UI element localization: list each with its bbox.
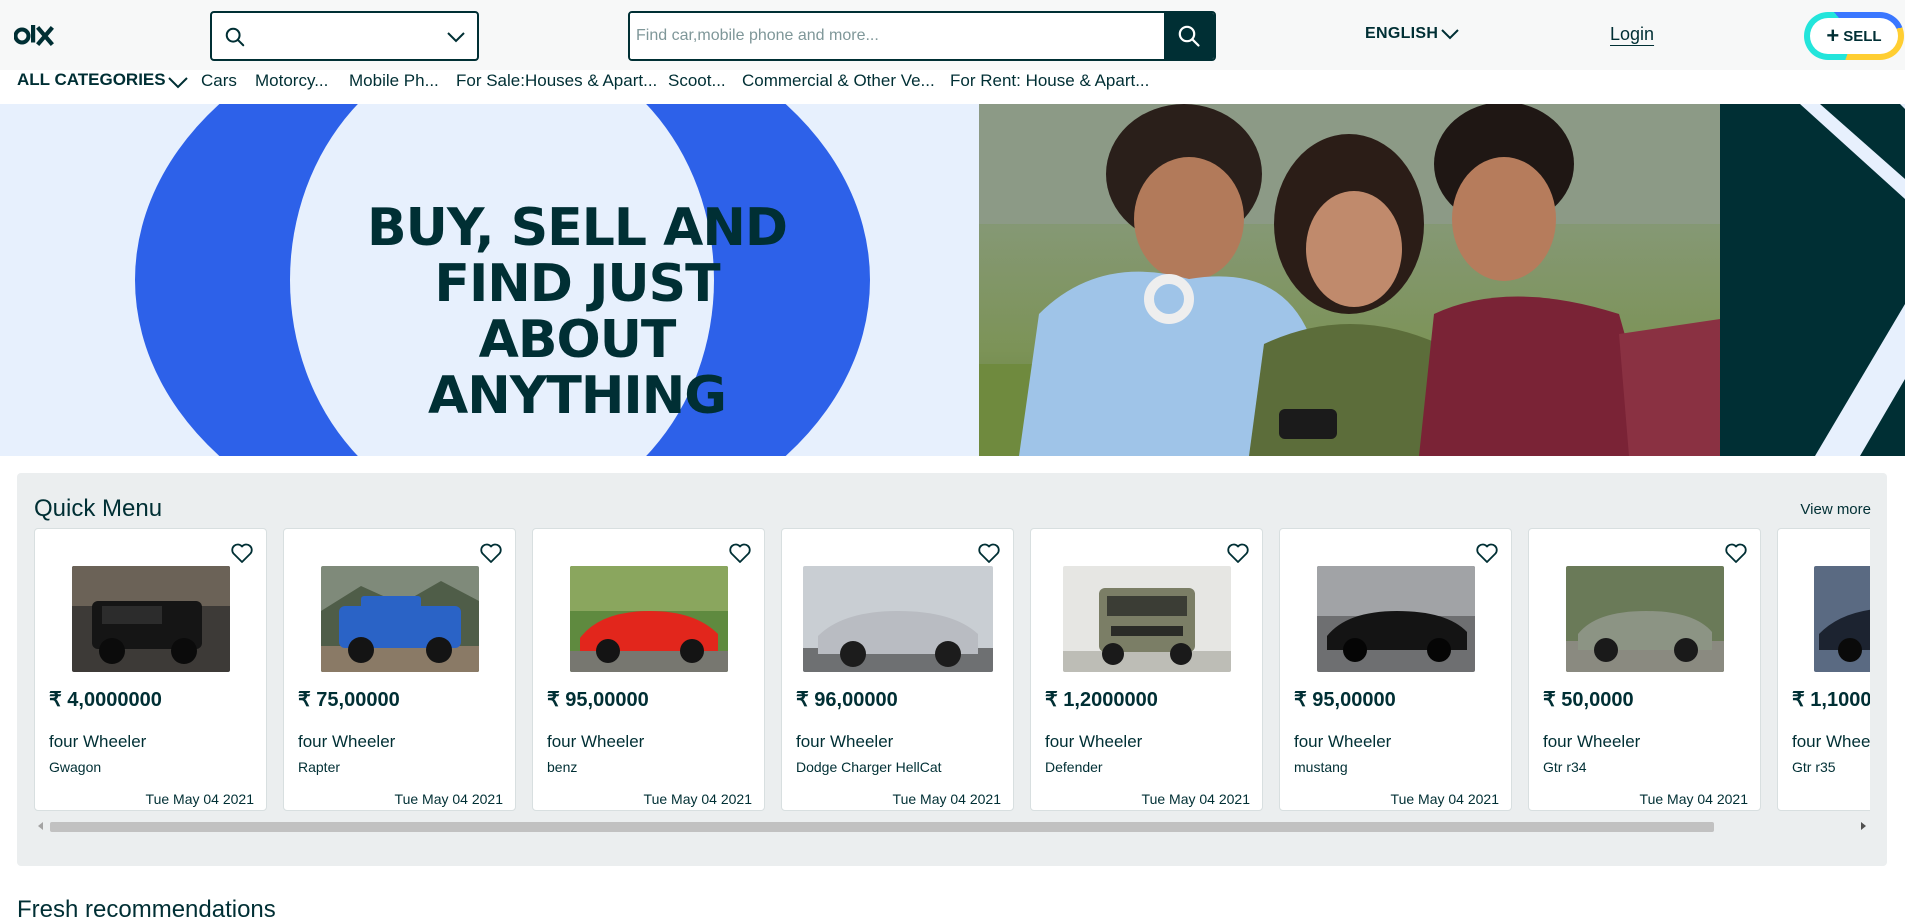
carousel-scrollbar[interactable]	[34, 818, 1870, 836]
sell-label: SELL	[1843, 28, 1882, 45]
product-card[interactable]: ₹ 95,00000 four Wheeler mustang Tue May …	[1279, 528, 1512, 811]
category-link-motorcycles[interactable]: Motorcy...	[255, 71, 328, 91]
banner-decoration	[1720, 104, 1905, 456]
heart-icon[interactable]	[230, 541, 254, 565]
scrollbar-thumb[interactable]	[50, 822, 1714, 832]
product-image	[1062, 566, 1231, 672]
product-name: benz	[547, 759, 578, 775]
scroll-left-arrow[interactable]	[38, 822, 43, 830]
olx-logo[interactable]	[14, 21, 60, 51]
product-card[interactable]: ₹ 96,00000 four Wheeler Dodge Charger He…	[781, 528, 1014, 811]
product-date: Tue May 04 2021	[1390, 791, 1499, 807]
product-name: Rapter	[298, 759, 341, 775]
product-image	[1814, 566, 1870, 672]
product-category: four Wheel	[1792, 732, 1870, 751]
product-date: Tue May 04 2021	[1141, 791, 1250, 807]
chevron-down-icon[interactable]	[165, 70, 191, 94]
product-image	[1565, 566, 1724, 672]
category-link-scooters[interactable]: Scoot...	[668, 71, 726, 91]
fresh-recommendations-title: Fresh recommendations	[17, 896, 276, 922]
product-card[interactable]: ₹ 50,0000 four Wheeler Gtr r34 Tue May 0…	[1528, 528, 1761, 811]
plus-icon: +	[1826, 23, 1840, 48]
product-category: four Wheeler	[1294, 732, 1392, 751]
product-price: ₹ 95,00000	[1294, 689, 1396, 711]
sell-button[interactable]: + SELL	[1804, 12, 1904, 60]
category-link-mobile-phones[interactable]: Mobile Ph...	[349, 71, 439, 91]
product-name: Defender	[1045, 759, 1103, 775]
heart-icon[interactable]	[1226, 541, 1250, 565]
category-link-commercial-vehicles[interactable]: Commercial & Other Ve...	[742, 71, 935, 91]
category-link-houses-for-sale[interactable]: For Sale:Houses & Apart...	[456, 71, 657, 91]
heart-icon[interactable]	[977, 541, 1001, 565]
product-category: four Wheeler	[796, 732, 894, 751]
chevron-down-icon	[1441, 29, 1459, 40]
product-category: four Wheeler	[1045, 732, 1143, 751]
language-selector[interactable]: ENGLISH	[1365, 25, 1459, 43]
heart-icon[interactable]	[479, 541, 503, 565]
search-input[interactable]	[630, 13, 1165, 59]
heart-icon[interactable]	[728, 541, 752, 565]
product-card[interactable]: ₹ 75,00000 four Wheeler Rapter Tue May 0…	[283, 528, 516, 811]
product-date: Tue May 04 2021	[145, 791, 254, 807]
heart-icon[interactable]	[1475, 541, 1499, 565]
product-date: Tue May 04 2021	[892, 791, 1001, 807]
product-price: ₹ 50,0000	[1543, 689, 1634, 711]
banner-photo	[979, 104, 1720, 456]
all-categories-button[interactable]: ALL CATEGORIES	[17, 70, 166, 90]
quick-menu-carousel: ₹ 4,0000000 four Wheeler Gwagon Tue May …	[34, 528, 1870, 811]
product-date: Tue May 04 2021	[643, 791, 752, 807]
search-icon	[1178, 25, 1200, 47]
search-bar	[628, 11, 1216, 61]
category-link-cars[interactable]: Cars	[201, 71, 237, 91]
product-name: Gtr r35	[1792, 759, 1836, 775]
product-image	[802, 566, 993, 672]
product-card[interactable]: ₹ 4,0000000 four Wheeler Gwagon Tue May …	[34, 528, 267, 811]
product-price: ₹ 4,0000000	[49, 689, 162, 711]
search-button[interactable]	[1164, 13, 1214, 59]
product-price: ₹ 1,1000	[1792, 689, 1870, 711]
sell-button-inner: + SELL	[1810, 18, 1898, 54]
product-card[interactable]: ₹ 1,2000000 four Wheeler Defender Tue Ma…	[1030, 528, 1263, 811]
product-category: four Wheeler	[298, 732, 396, 751]
banner-chevron-graphic	[1800, 104, 1905, 456]
banner-graphic: BUY, SELL AND FIND JUST ABOUT ANYTHING	[0, 104, 980, 456]
product-name: Gtr r34	[1543, 759, 1587, 775]
category-link-houses-for-rent[interactable]: For Rent: House & Apart...	[950, 71, 1149, 91]
product-image	[1316, 566, 1475, 672]
product-name: Gwagon	[49, 759, 102, 775]
product-category: four Wheeler	[49, 732, 147, 751]
product-price: ₹ 75,00000	[298, 689, 400, 711]
product-image	[71, 566, 230, 672]
product-image	[569, 566, 728, 672]
product-date: Tue May 04 2021	[1639, 791, 1748, 807]
view-more-link[interactable]: View more	[1800, 501, 1871, 518]
category-bar: ALL CATEGORIES Cars Motorcy... Mobile Ph…	[0, 70, 1905, 104]
people-photo-illustration	[979, 104, 1720, 456]
product-name: Dodge Charger HellCat	[796, 759, 942, 775]
language-label: ENGLISH	[1365, 25, 1439, 42]
location-selector[interactable]	[210, 11, 479, 61]
hero-banner[interactable]: BUY, SELL AND FIND JUST ABOUT ANYTHING	[0, 104, 1905, 456]
search-icon	[225, 27, 245, 47]
product-category: four Wheeler	[1543, 732, 1641, 751]
product-date: Tue May 04 2021	[394, 791, 503, 807]
heart-icon[interactable]	[1724, 541, 1748, 565]
product-price: ₹ 1,2000000	[1045, 689, 1158, 711]
product-card[interactable]: ₹ 1,1000 four Wheel Gtr r35	[1777, 528, 1870, 811]
product-category: four Wheeler	[547, 732, 645, 751]
banner-headline: BUY, SELL AND FIND JUST ABOUT ANYTHING	[366, 198, 788, 426]
top-header: ENGLISH Login +SELL	[0, 0, 1905, 70]
product-image	[320, 566, 479, 672]
product-name: mustang	[1294, 759, 1348, 775]
quick-menu-section: Quick Menu View more ₹ 4,0000000 four Wh…	[17, 473, 1887, 866]
scroll-right-arrow[interactable]	[1861, 822, 1866, 830]
chevron-down-icon	[447, 32, 465, 43]
product-price: ₹ 96,00000	[796, 689, 898, 711]
product-price: ₹ 95,00000	[547, 689, 649, 711]
quick-menu-title: Quick Menu	[34, 495, 163, 522]
product-card[interactable]: ₹ 95,00000 four Wheeler benz Tue May 04 …	[532, 528, 765, 811]
login-link[interactable]: Login	[1610, 24, 1654, 45]
